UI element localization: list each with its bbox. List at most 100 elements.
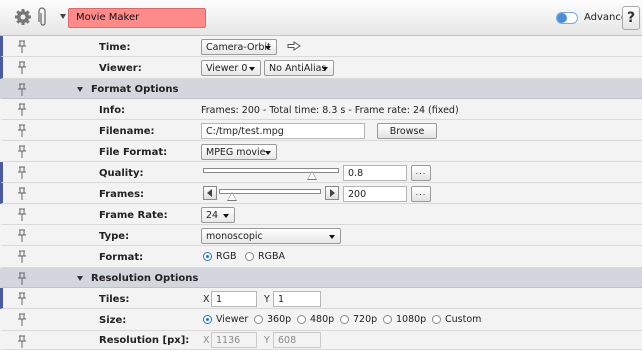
pin-icon[interactable] <box>17 335 27 349</box>
section-format-options[interactable]: Format Options <box>0 79 642 99</box>
resolution-y-label: Y <box>264 335 270 346</box>
expand-triangle-icon[interactable] <box>77 87 83 92</box>
pin-icon[interactable] <box>17 124 27 138</box>
advanced-toggle[interactable] <box>556 12 578 24</box>
param-row-resolution: Resolution [px]: X 1136 Y 608 <box>0 331 642 350</box>
format-radio-rgba[interactable] <box>245 252 254 261</box>
param-row-frames: Frames: 200 ... <box>0 183 642 204</box>
help-button[interactable]: ? <box>622 6 640 30</box>
pin-icon[interactable] <box>17 292 27 306</box>
quality-more-button[interactable]: ... <box>411 165 431 181</box>
pin-icon[interactable] <box>17 187 27 201</box>
gear-icon[interactable] <box>14 8 32 26</box>
triangle-right-icon <box>330 189 335 197</box>
pin-icon[interactable] <box>17 83 27 97</box>
type-value: monoscopic <box>206 231 263 242</box>
param-row-quality: Quality: 0.8 ... <box>0 162 642 183</box>
pin-icon[interactable] <box>17 61 27 75</box>
triangle-left-icon <box>207 189 212 197</box>
file-format-value: MPEG movie <box>206 147 266 158</box>
size-radio-1080p[interactable] <box>383 315 392 324</box>
pin-icon[interactable] <box>17 313 27 327</box>
section-resolution-options[interactable]: Resolution Options <box>0 268 642 288</box>
file-format-combo[interactable]: MPEG movie <box>201 144 277 160</box>
resolution-x-input: 1136 <box>211 332 257 348</box>
param-row-file-format: File Format: MPEG movie <box>0 141 642 162</box>
time-label: Time: <box>99 42 131 53</box>
quality-input[interactable]: 0.8 <box>343 165 407 181</box>
size-radio-viewer-label: Viewer <box>216 314 249 325</box>
size-label: Size: <box>99 315 127 326</box>
resolution-x-label: X <box>203 335 210 346</box>
size-radio-480p-label: 480p <box>310 314 335 325</box>
frame-rate-value: 24 <box>206 210 219 221</box>
frames-input[interactable]: 200 <box>343 186 407 202</box>
param-row-info: Info: Frames: 200 - Total time: 8.3 s - … <box>0 99 642 120</box>
param-row-time: Time: Camera-Orbit <box>0 36 642 57</box>
expand-triangle-icon[interactable] <box>77 276 83 281</box>
pin-icon[interactable] <box>17 40 27 54</box>
viewer-combo[interactable]: Viewer 0 <box>201 60 261 76</box>
chevron-down-icon <box>249 67 255 71</box>
node-name-field[interactable]: Movie Maker <box>68 8 206 28</box>
pin-icon[interactable] <box>17 166 27 180</box>
size-radio-480p[interactable] <box>297 315 306 324</box>
chevron-down-icon <box>265 46 271 50</box>
param-row-format: Format: RGB RGBA <box>0 246 642 268</box>
type-combo[interactable]: monoscopic <box>201 228 341 244</box>
time-combo[interactable]: Camera-Orbit <box>201 39 277 55</box>
type-label: Type: <box>99 231 130 242</box>
time-combo-value: Camera-Orbit <box>206 42 271 53</box>
param-row-size: Size: Viewer 360p 480p 720p 1080p Custom <box>0 309 642 331</box>
arrow-right-icon[interactable] <box>287 41 301 51</box>
chevron-down-icon <box>329 235 335 239</box>
browse-button[interactable]: Browse <box>377 123 437 139</box>
pin-icon[interactable] <box>17 229 27 243</box>
format-radio-rgb-label: RGB <box>216 251 237 262</box>
tiles-label: Tiles: <box>99 294 130 305</box>
param-row-viewer: Viewer: Viewer 0 No AntiAlias <box>0 57 642 79</box>
filename-input[interactable]: C:/tmp/test.mpg <box>201 123 365 139</box>
filename-label: Filename: <box>99 126 155 137</box>
section-title: Resolution Options <box>91 273 199 284</box>
paperclip-icon[interactable] <box>38 7 48 27</box>
pin-icon[interactable] <box>17 145 27 159</box>
frames-slider-thumb[interactable] <box>227 192 237 201</box>
quality-slider[interactable] <box>203 168 339 173</box>
frames-increment-button[interactable] <box>325 186 339 200</box>
viewer-combo-value: Viewer 0 <box>206 63 248 74</box>
size-radio-viewer[interactable] <box>203 315 212 324</box>
frames-decrement-button[interactable] <box>203 186 217 200</box>
pin-icon[interactable] <box>17 272 27 286</box>
pin-icon[interactable] <box>17 250 27 264</box>
format-radio-rgb[interactable] <box>203 252 212 261</box>
antialias-combo[interactable]: No AntiAlias <box>264 60 334 76</box>
size-radio-custom[interactable] <box>432 315 441 324</box>
frame-rate-combo[interactable]: 24 <box>201 207 235 223</box>
frames-label: Frames: <box>99 189 145 200</box>
tiles-x-input[interactable]: 1 <box>211 291 257 307</box>
pin-icon[interactable] <box>17 103 27 117</box>
quality-label: Quality: <box>99 168 144 179</box>
param-row-filename: Filename: C:/tmp/test.mpg Browse <box>0 120 642 141</box>
pin-icon[interactable] <box>17 208 27 222</box>
frame-rate-label: Frame Rate: <box>99 210 168 221</box>
collapse-triangle-icon[interactable] <box>60 14 66 19</box>
file-format-label: File Format: <box>99 147 168 158</box>
size-radio-1080p-label: 1080p <box>396 314 427 325</box>
size-radio-360p[interactable] <box>254 315 263 324</box>
frames-more-button[interactable]: ... <box>411 186 431 202</box>
tiles-y-input[interactable]: 1 <box>273 291 321 307</box>
size-radio-720p[interactable] <box>340 315 349 324</box>
chevron-down-icon <box>322 67 328 71</box>
size-radio-360p-label: 360p <box>267 314 292 325</box>
tiles-y-label: Y <box>264 294 270 305</box>
info-label: Info: <box>99 105 126 116</box>
param-row-type: Type: monoscopic <box>0 225 642 246</box>
quality-slider-thumb[interactable] <box>306 171 317 180</box>
tiles-x-label: X <box>203 294 210 305</box>
chevron-down-icon <box>223 214 229 218</box>
resolution-y-input: 608 <box>273 332 321 348</box>
format-radio-rgba-label: RGBA <box>258 251 285 262</box>
viewer-label: Viewer: <box>99 63 142 74</box>
